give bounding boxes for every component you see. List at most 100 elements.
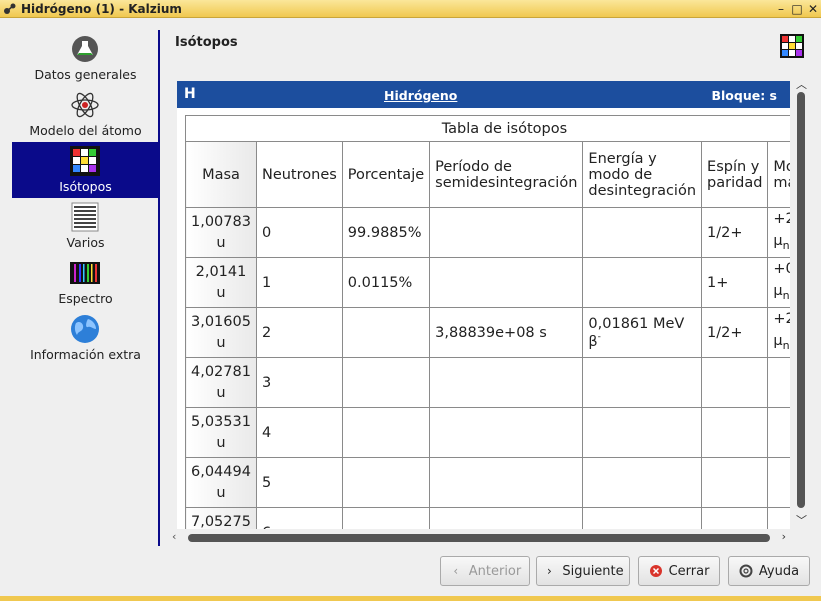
cell-spin bbox=[701, 407, 769, 458]
vertical-scroll-thumb[interactable] bbox=[797, 92, 805, 508]
periodic-grid-icon bbox=[70, 146, 100, 176]
vertical-scrollbar[interactable]: ︿ ﹀ bbox=[794, 76, 808, 528]
cell-mass: 6,04494 u bbox=[185, 457, 257, 508]
table-row: 2,0141 u 10.0115% 1++0.85 μn bbox=[185, 257, 790, 308]
column-header-halflife: Período de semidesintegración bbox=[429, 141, 584, 208]
table-row: 4,02781 u 3 bbox=[185, 357, 790, 408]
sidebar-item-extra-info[interactable]: Información extra bbox=[12, 310, 159, 366]
help-button-label: Ayuda bbox=[758, 563, 800, 579]
scroll-left-icon[interactable]: ‹ bbox=[172, 530, 176, 543]
atom-icon bbox=[71, 92, 99, 118]
previous-button-label: Anterior bbox=[468, 563, 522, 579]
cell-halflife bbox=[429, 357, 584, 408]
element-symbol: H bbox=[184, 86, 196, 102]
horizontal-scrollbar[interactable]: ‹ › bbox=[172, 530, 790, 545]
mass-unit: u bbox=[216, 284, 226, 301]
cell-magnetic-moment bbox=[767, 407, 790, 458]
cell-mass: 3,01605 u bbox=[185, 307, 257, 358]
column-header-magnetic-moment: Mome magn bbox=[767, 141, 790, 208]
kalzium-app-icon bbox=[4, 3, 16, 14]
window-bottom-border bbox=[0, 596, 821, 601]
chevron-left-icon: ‹ bbox=[453, 564, 459, 578]
scroll-right-icon[interactable]: › bbox=[782, 530, 786, 543]
cell-halflife: 3,88839e+08 s bbox=[429, 307, 584, 358]
flask-icon bbox=[72, 36, 98, 62]
cell-percent bbox=[341, 357, 431, 408]
mass-unit: u bbox=[216, 434, 226, 451]
mass-value: 3,01605 bbox=[191, 313, 251, 330]
table-caption: Tabla de isótopos bbox=[185, 115, 790, 141]
cell-mass: 5,03531 u bbox=[185, 407, 257, 458]
cell-neutrons: 0 bbox=[255, 207, 343, 258]
help-button[interactable]: Ayuda bbox=[728, 556, 810, 586]
sidebar-item-general-data[interactable]: Datos generales bbox=[12, 30, 159, 86]
spectrum-icon bbox=[70, 262, 100, 284]
cell-neutrons: 6 bbox=[255, 507, 343, 529]
sidebar-divider bbox=[158, 30, 160, 546]
cell-spin bbox=[701, 507, 769, 529]
cell-magnetic-moment bbox=[767, 507, 790, 529]
cell-percent: 0.0115% bbox=[341, 257, 431, 308]
previous-button[interactable]: ‹ Anterior bbox=[440, 556, 530, 586]
energy-value: 0,01861 MeV bbox=[588, 315, 685, 332]
horizontal-scroll-thumb[interactable] bbox=[188, 534, 770, 542]
cell-halflife bbox=[429, 207, 584, 258]
sidebar-item-isotopes[interactable]: Isótopos bbox=[12, 142, 159, 198]
cell-mass: 1,00783 u bbox=[185, 207, 257, 258]
sidebar-item-label: Isótopos bbox=[59, 179, 112, 194]
sidebar-item-label: Información extra bbox=[30, 347, 141, 362]
chevron-right-icon: › bbox=[546, 564, 552, 578]
sidebar: Datos generales Modelo del átomo Isótopo… bbox=[12, 30, 159, 546]
cell-energy bbox=[582, 207, 703, 258]
mass-unit: u bbox=[216, 484, 226, 501]
mass-value: 1,00783 bbox=[191, 213, 251, 230]
cell-percent bbox=[341, 507, 431, 529]
help-lifebuoy-icon bbox=[739, 564, 753, 578]
cell-spin bbox=[701, 357, 769, 408]
table-header-row: Masa Neutrones Porcentaje Período de sem… bbox=[185, 141, 790, 208]
element-name-link[interactable]: Hidrógeno bbox=[384, 88, 457, 103]
column-header-percent: Porcentaje bbox=[341, 141, 431, 208]
mass-value: 7,05275 bbox=[191, 513, 251, 530]
cell-mass: 2,0141 u bbox=[185, 257, 257, 308]
sidebar-item-atom-model[interactable]: Modelo del átomo bbox=[12, 86, 159, 142]
moment-value: +0.85 bbox=[773, 261, 790, 277]
cell-magnetic-moment bbox=[767, 357, 790, 408]
moment-unit: μ bbox=[773, 233, 783, 249]
cell-spin: 1/2+ bbox=[701, 207, 769, 258]
moment-value: +2.97 bbox=[773, 311, 790, 327]
cell-neutrons: 1 bbox=[255, 257, 343, 308]
scroll-up-icon[interactable]: ︿ bbox=[796, 76, 807, 92]
periodic-grid-icon bbox=[780, 34, 804, 58]
moment-value: +2.79 bbox=[773, 211, 790, 227]
close-button[interactable]: Cerrar bbox=[638, 556, 720, 586]
scroll-down-icon[interactable]: ﹀ bbox=[796, 512, 807, 528]
cell-neutrons: 5 bbox=[255, 457, 343, 508]
cell-magnetic-moment: +2.97 μn bbox=[767, 307, 790, 358]
isotope-content-view[interactable]: H Hidrógeno Bloque: s Tabla de isótopos … bbox=[177, 81, 790, 529]
mass-value: 5,03531 bbox=[191, 413, 251, 430]
mass-unit: u bbox=[216, 384, 226, 401]
isotope-table: Tabla de isótopos Masa Neutrones Porcent… bbox=[185, 115, 790, 529]
window-title: Hidrógeno (1) - Kalzium bbox=[21, 1, 182, 16]
next-button[interactable]: › Siguiente bbox=[536, 556, 630, 586]
sidebar-item-label: Datos generales bbox=[34, 67, 137, 82]
cell-halflife bbox=[429, 457, 584, 508]
sidebar-item-misc[interactable]: Varios bbox=[12, 198, 159, 254]
cell-percent bbox=[341, 457, 431, 508]
mass-value: 6,04494 bbox=[191, 463, 251, 480]
minimize-button[interactable]: – bbox=[773, 2, 789, 16]
column-header-energy: Energía y modo de desintegración bbox=[582, 141, 703, 208]
table-row: 3,01605 u 2 3,88839e+08 s 0,01861 MeV β- 1/2+ +… bbox=[185, 307, 790, 358]
cell-mass: 4,02781 u bbox=[185, 357, 257, 408]
cell-halflife bbox=[429, 407, 584, 458]
close-window-button[interactable]: ✕ bbox=[805, 2, 821, 16]
cell-energy: 0,01861 MeV β- bbox=[582, 307, 703, 358]
cell-neutrons: 3 bbox=[255, 357, 343, 408]
sidebar-item-spectrum[interactable]: Espectro bbox=[12, 254, 159, 310]
page-title: Isótopos bbox=[175, 35, 238, 50]
window-titlebar[interactable]: Hidrógeno (1) - Kalzium – □ ✕ bbox=[0, 0, 821, 18]
element-block: Bloque: s bbox=[711, 88, 777, 103]
cell-energy bbox=[582, 357, 703, 408]
maximize-button[interactable]: □ bbox=[789, 2, 805, 16]
